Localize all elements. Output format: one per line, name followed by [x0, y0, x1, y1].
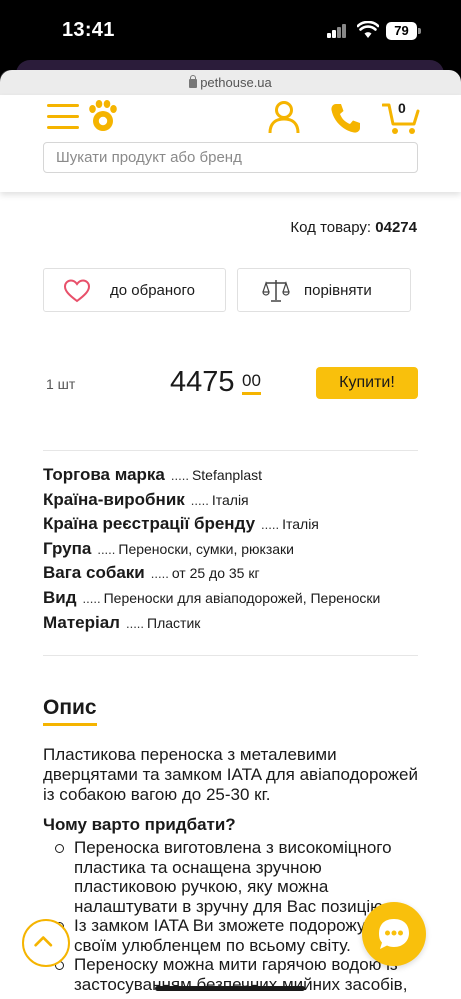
spec-dots: .....	[190, 492, 209, 508]
cart-count-badge: 0	[398, 100, 406, 116]
spec-key: Група	[43, 538, 92, 558]
spec-value[interactable]: Stefanplast	[192, 467, 262, 483]
chat-bubble-icon	[379, 919, 409, 949]
search-input[interactable]	[43, 142, 418, 173]
spec-value[interactable]: Пластик	[147, 615, 200, 631]
product-code: Код товару: 04274	[290, 219, 417, 236]
product-code-value: 04274	[375, 219, 417, 236]
add-to-favorites-button[interactable]: до обраного	[43, 268, 226, 312]
spec-key: Вага собаки	[43, 563, 145, 583]
product-specs: Торгова марка..... Stefanplast Країна-вир…	[43, 465, 443, 637]
cellular-signal-icon	[327, 24, 347, 38]
spec-row: Вага собаки..... от 25 до 35 кг	[43, 563, 443, 588]
price-main: 4475	[170, 366, 235, 398]
wifi-icon	[357, 21, 379, 38]
divider	[43, 450, 418, 451]
spec-value[interactable]: от 25 до 35 кг	[172, 565, 260, 581]
spec-dots: .....	[82, 590, 101, 606]
spec-row: Країна-виробник..... Італія	[43, 490, 443, 515]
home-indicator	[155, 986, 305, 991]
spec-key: Країна реєстрації бренду	[43, 514, 256, 534]
scroll-to-top-button[interactable]	[22, 919, 70, 967]
spec-value[interactable]: Переноски для авіаподорожей, Переноски	[104, 590, 381, 606]
spec-row: Вид..... Переноски для авіаподорожей, Пер…	[43, 588, 443, 613]
buy-button[interactable]: Купити!	[316, 367, 418, 399]
phone-icon[interactable]	[330, 102, 362, 134]
spec-key: Вид	[43, 587, 77, 607]
compare-label: порівняти	[304, 282, 372, 299]
url-text: pethouse.ua	[200, 75, 272, 90]
divider	[43, 655, 418, 656]
favorites-label: до обраного	[110, 282, 195, 299]
spec-value[interactable]: Переноски, сумки, рюкзаки	[118, 541, 294, 557]
spec-row: Група..... Переноски, сумки, рюкзаки	[43, 539, 443, 564]
spec-key: Торгова марка	[43, 465, 165, 484]
compare-button[interactable]: порівняти	[237, 268, 411, 312]
address-bar[interactable]: pethouse.ua	[0, 70, 461, 95]
heart-icon	[63, 279, 91, 303]
status-bar: 13:41 79 pethouse.ua	[0, 0, 461, 95]
spec-key: Країна-виробник	[43, 489, 185, 509]
lock-icon	[189, 75, 198, 88]
scales-icon	[262, 280, 290, 302]
spec-row: Матеріал..... Пластик	[43, 613, 443, 638]
paw-logo-icon[interactable]	[88, 100, 118, 132]
spec-value[interactable]: Італія	[282, 516, 319, 532]
spec-dots: .....	[150, 566, 169, 582]
spec-dots: .....	[261, 517, 280, 533]
chat-button[interactable]	[362, 902, 426, 966]
spec-dots: .....	[170, 468, 189, 483]
user-icon[interactable]	[267, 100, 301, 134]
description-text: Пластикова переноска з металевими дверця…	[43, 745, 419, 804]
price-cents: 00	[242, 372, 261, 395]
status-time: 13:41	[62, 19, 115, 41]
menu-icon[interactable]	[47, 103, 79, 131]
spec-row: Країна реєстрації бренду..... Італія	[43, 514, 443, 539]
battery-tip	[418, 28, 421, 34]
spec-key: Матеріал	[43, 612, 120, 632]
battery-indicator: 79	[386, 22, 417, 40]
spec-dots: .....	[125, 615, 145, 631]
why-buy-heading: Чому варто придбати?	[43, 815, 236, 834]
quantity-selector[interactable]: 1 шт	[46, 376, 75, 392]
description-title: Опис	[43, 696, 97, 726]
spec-dots: .....	[97, 541, 116, 557]
spec-value[interactable]: Італія	[212, 492, 249, 508]
chevron-up-icon	[34, 936, 53, 947]
spec-row: Торгова марка..... Stefanplast	[43, 465, 443, 490]
product-code-label: Код товару:	[290, 219, 372, 236]
